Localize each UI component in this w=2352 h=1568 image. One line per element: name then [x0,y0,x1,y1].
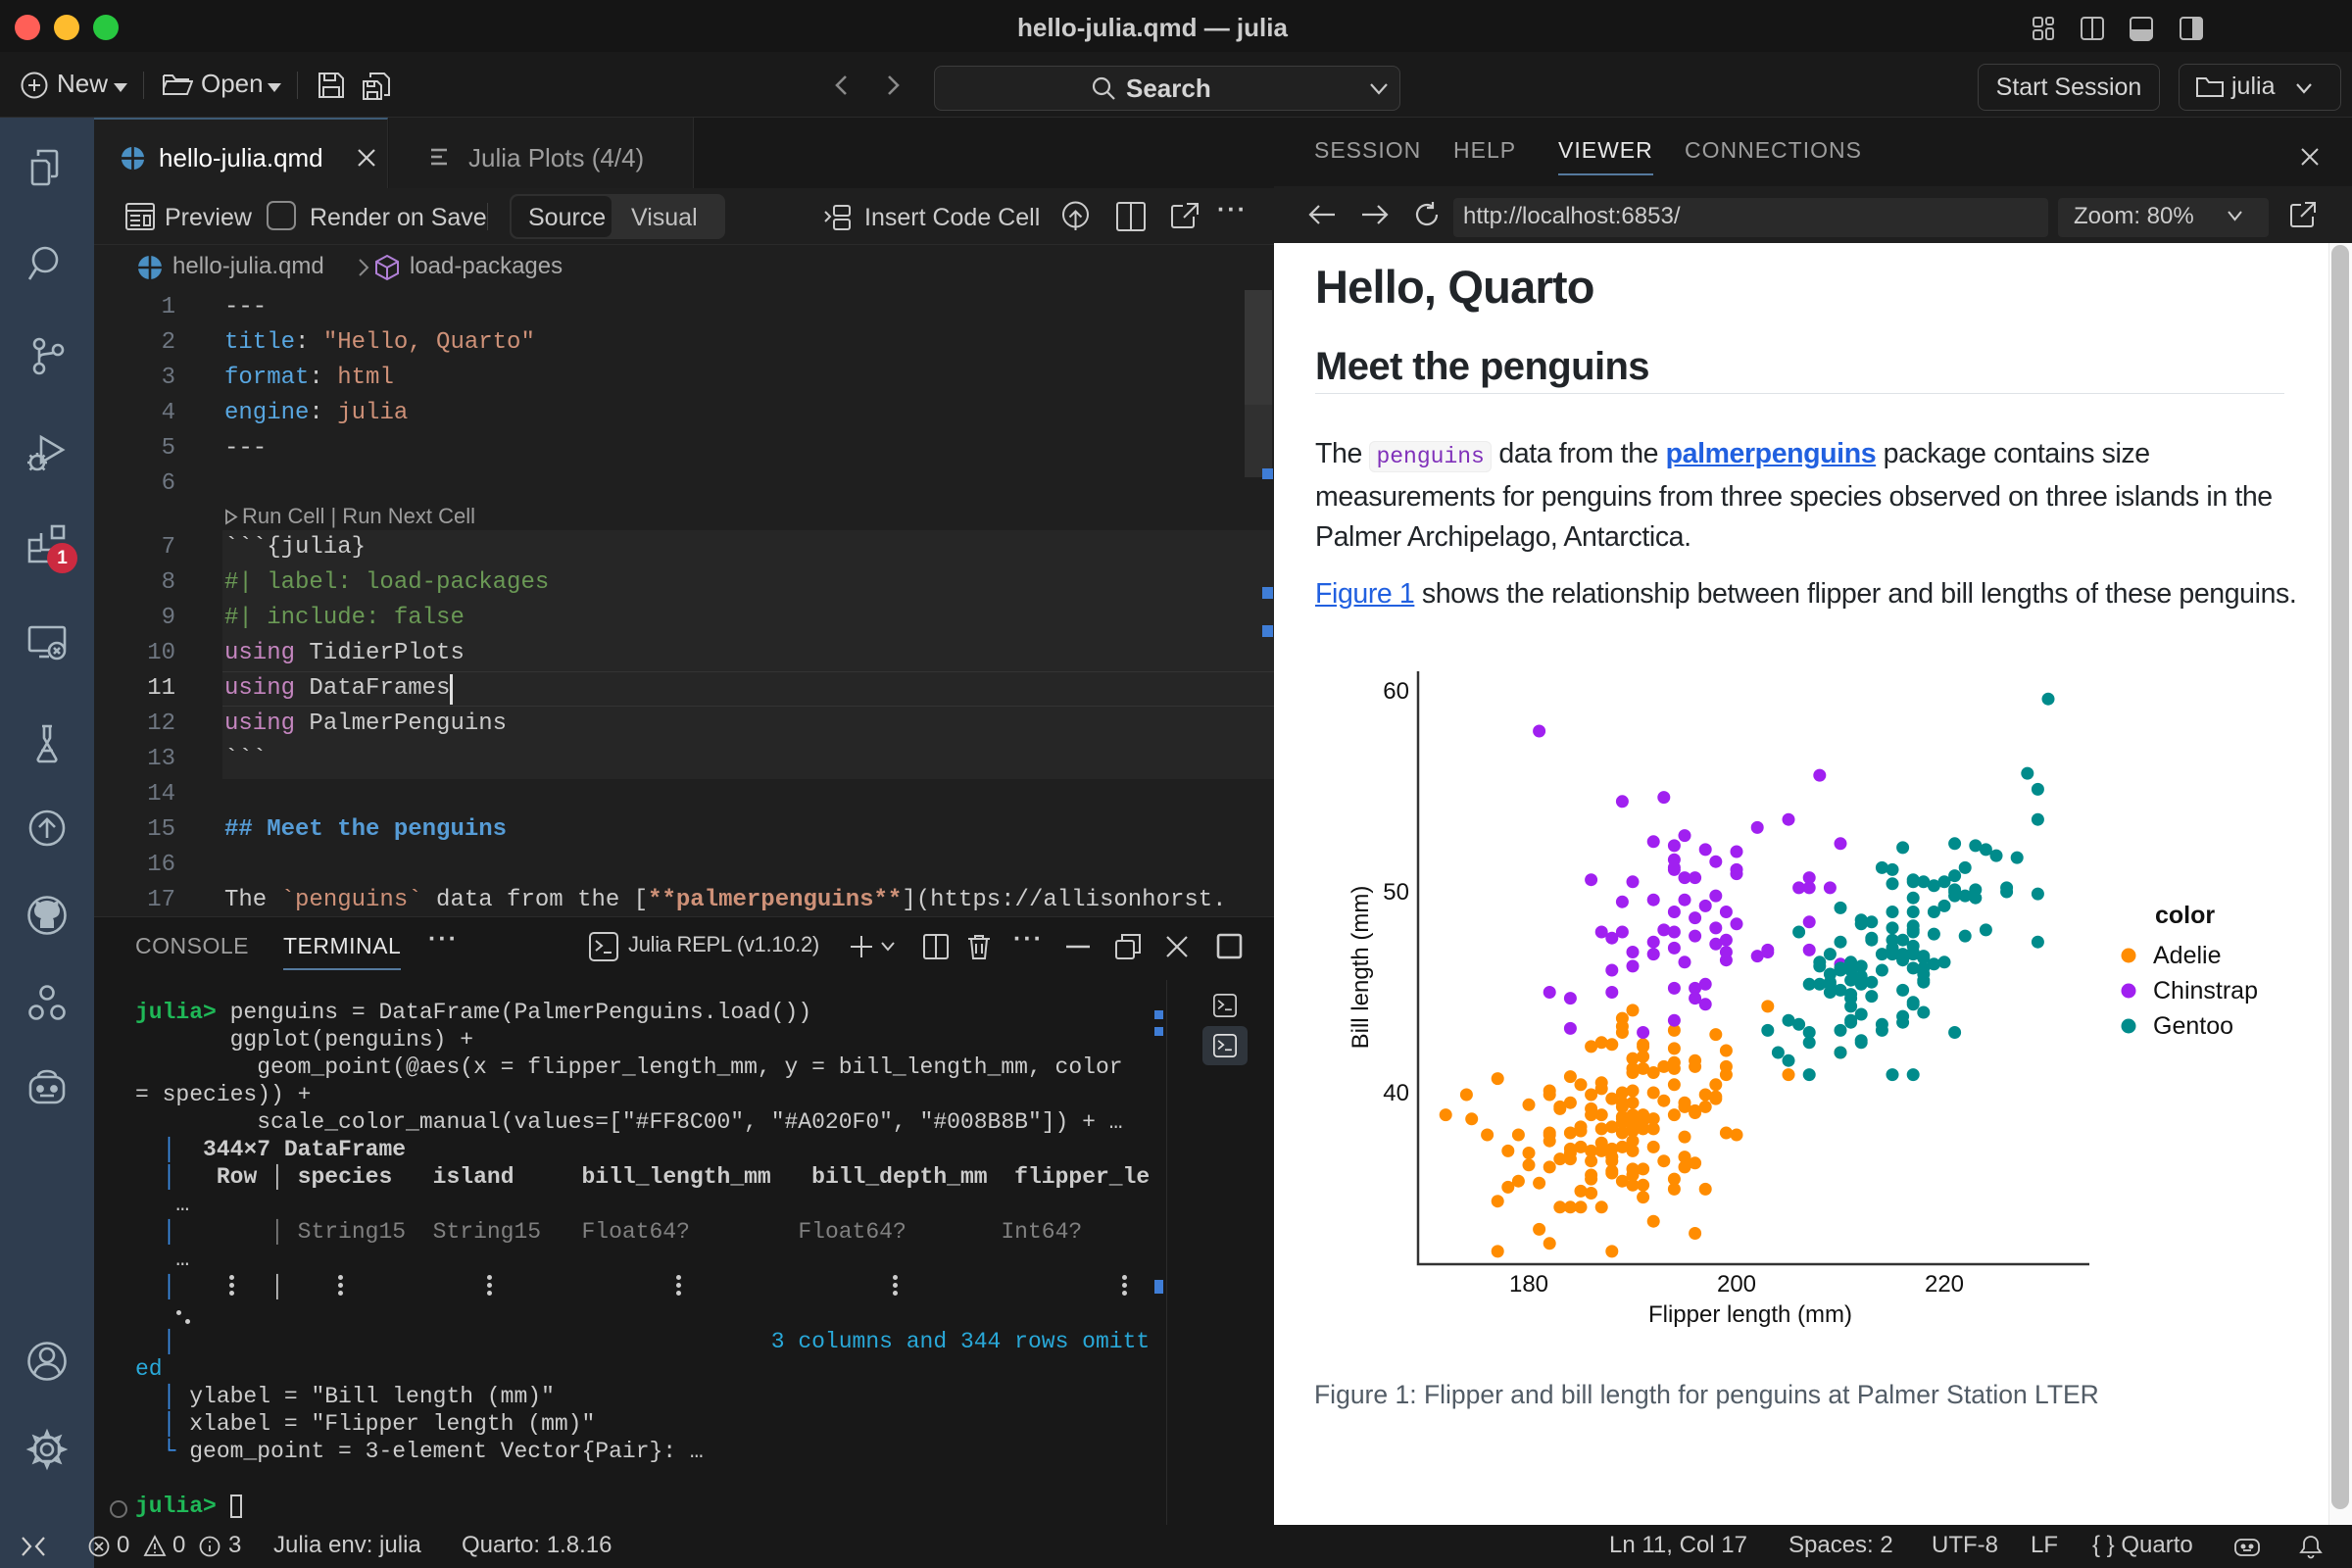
svg-text:50: 50 [1383,879,1409,906]
svg-text:200: 200 [1717,1271,1756,1298]
svg-text:40: 40 [1383,1080,1409,1106]
svg-text:Flipper length (mm): Flipper length (mm) [1648,1301,1852,1328]
svg-text:220: 220 [1925,1271,1964,1298]
svg-text:Chinstrap: Chinstrap [2153,977,2258,1004]
svg-text:Gentoo: Gentoo [2153,1012,2233,1040]
svg-text:60: 60 [1383,678,1409,705]
svg-text:Bill length (mm): Bill length (mm) [1348,886,1374,1050]
svg-text:color: color [2155,902,2215,929]
svg-text:Adelie: Adelie [2153,942,2222,969]
svg-text:180: 180 [1509,1271,1548,1298]
